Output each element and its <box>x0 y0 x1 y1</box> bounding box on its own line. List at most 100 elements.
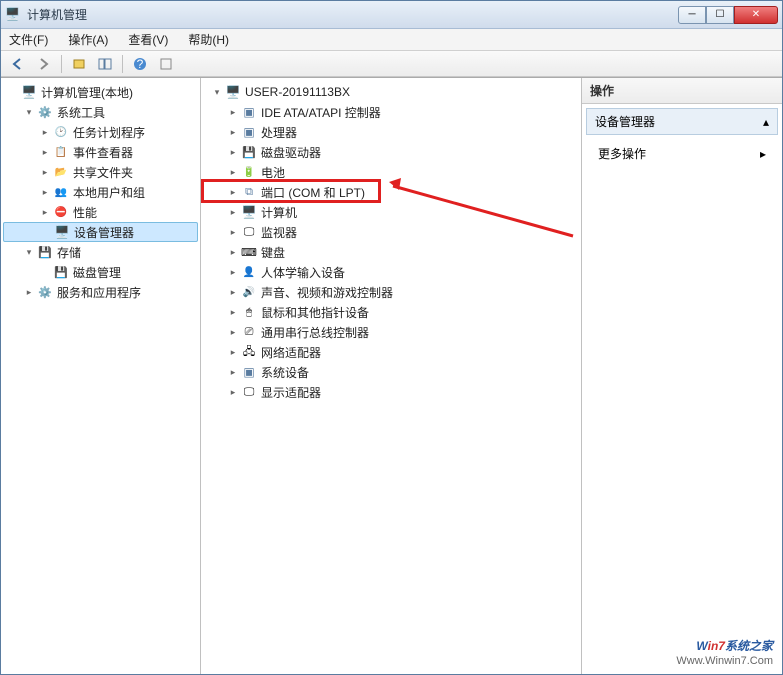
tree-row[interactable]: ▾ 系统工具 <box>3 102 198 122</box>
tree-row[interactable]: ▸鼠标和其他指针设备 <box>203 302 579 322</box>
tree-row[interactable]: ▸ 电池 <box>203 162 579 182</box>
tree-row[interactable]: ▸人体学输入设备 <box>203 262 579 282</box>
tree-label: 端口 (COM 和 LPT) <box>261 184 365 201</box>
tree-row[interactable]: ▸ 处理器 <box>203 122 579 142</box>
expander-none <box>39 266 51 278</box>
tree-row[interactable]: ▸ 本地用户和组 <box>3 182 198 202</box>
maximize-button[interactable]: ☐ <box>706 6 734 24</box>
tree-row[interactable]: ▸ 端口 (COM 和 LPT) <box>203 182 579 202</box>
tree-label: 系统设备 <box>261 364 309 381</box>
expander-closed-icon[interactable]: ▸ <box>227 206 239 218</box>
expander-closed-icon[interactable]: ▸ <box>227 186 239 198</box>
tree-row[interactable]: ▸ 服务和应用程序 <box>3 282 198 302</box>
expander-closed-icon[interactable]: ▸ <box>227 246 239 258</box>
tree-label: 存储 <box>57 244 81 261</box>
expander-closed-icon[interactable]: ▸ <box>23 286 35 298</box>
expander-closed-icon[interactable]: ▸ <box>227 326 239 338</box>
gear-icon <box>37 104 53 120</box>
tree-row[interactable]: ▸计算机 <box>203 202 579 222</box>
tree-label: 显示适配器 <box>261 384 321 401</box>
menu-help[interactable]: 帮助(H) <box>184 29 233 50</box>
tree-label: 本地用户和组 <box>73 184 145 201</box>
tree-row[interactable]: ▸IDE ATA/ATAPI 控制器 <box>203 102 579 122</box>
tree-label: 处理器 <box>261 124 297 141</box>
tree-row[interactable]: ▸网络适配器 <box>203 342 579 362</box>
tree-label: 设备管理器 <box>74 224 134 241</box>
disk-icon <box>53 264 69 280</box>
tree-label: 事件查看器 <box>73 144 133 161</box>
users-icon <box>53 184 69 200</box>
tree-row[interactable]: ▸通用串行总线控制器 <box>203 322 579 342</box>
tree-row[interactable]: ▸共享文件夹 <box>3 162 198 182</box>
expander-closed-icon[interactable]: ▸ <box>39 186 51 198</box>
expander-closed-icon[interactable]: ▸ <box>227 286 239 298</box>
battery-icon <box>241 164 257 180</box>
expander-closed-icon[interactable]: ▸ <box>39 206 51 218</box>
tree-row[interactable]: ▸ 事件查看器 <box>3 142 198 162</box>
sound-icon <box>241 284 257 300</box>
tree-row[interactable]: ▾USER-20191113BX <box>203 82 579 102</box>
titlebar[interactable]: 计算机管理 ─ ☐ ✕ <box>1 1 782 29</box>
expander-open-icon[interactable]: ▾ <box>23 106 35 118</box>
expander-closed-icon[interactable]: ▸ <box>227 386 239 398</box>
tree-label: 键盘 <box>261 244 285 261</box>
forward-button[interactable] <box>33 53 55 75</box>
tree-row[interactable]: ▸ 键盘 <box>203 242 579 262</box>
watermark-brand: Win7系统之家 <box>676 637 773 655</box>
minimize-button[interactable]: ─ <box>678 6 706 24</box>
expander-closed-icon[interactable]: ▸ <box>39 166 51 178</box>
actions-subheader[interactable]: 设备管理器 ▴ <box>586 108 778 135</box>
tree-label: 监视器 <box>261 224 297 241</box>
menu-view[interactable]: 查看(V) <box>124 29 172 50</box>
tree-row[interactable]: 设备管理器 <box>3 222 198 242</box>
expander-closed-icon[interactable]: ▸ <box>227 146 239 158</box>
tree-row[interactable]: ▸ 系统设备 <box>203 362 579 382</box>
tree-label: 服务和应用程序 <box>57 284 141 301</box>
expander-closed-icon[interactable]: ▸ <box>227 226 239 238</box>
tree-row[interactable]: ▸ 任务计划程序 <box>3 122 198 142</box>
up-button[interactable] <box>68 53 90 75</box>
expander-closed-icon[interactable]: ▸ <box>227 266 239 278</box>
expander-closed-icon[interactable]: ▸ <box>227 126 239 138</box>
expander-closed-icon[interactable]: ▸ <box>227 366 239 378</box>
expander-open-icon[interactable]: ▾ <box>211 86 223 98</box>
tree-row[interactable]: 计算机管理(本地) <box>3 82 198 102</box>
expander-open-icon[interactable]: ▾ <box>23 246 35 258</box>
tree-label: 系统工具 <box>57 104 105 121</box>
event-icon <box>53 144 69 160</box>
actions-more[interactable]: 更多操作 ▸ <box>582 139 782 168</box>
tree-label: 计算机管理(本地) <box>41 84 133 101</box>
mmc-button[interactable] <box>155 53 177 75</box>
expander-closed-icon[interactable]: ▸ <box>227 346 239 358</box>
monitor-icon <box>225 84 241 100</box>
back-button[interactable] <box>7 53 29 75</box>
tree-row[interactable]: ▸磁盘驱动器 <box>203 142 579 162</box>
expander-closed-icon[interactable]: ▸ <box>227 166 239 178</box>
tree-row[interactable]: ▸ 监视器 <box>203 222 579 242</box>
keyboard-icon <box>241 244 257 260</box>
expander-closed-icon[interactable]: ▸ <box>227 306 239 318</box>
management-tree: 计算机管理(本地)▾系统工具▸任务计划程序▸事件查看器▸共享文件夹▸本地用户和组… <box>3 82 198 302</box>
tree-row[interactable]: ▸声音、视频和游戏控制器 <box>203 282 579 302</box>
window-buttons: ─ ☐ ✕ <box>678 6 778 24</box>
device-tree-pane[interactable]: ▾USER-20191113BX▸IDE ATA/ATAPI 控制器▸处理器▸磁… <box>201 78 582 674</box>
menu-action[interactable]: 操作(A) <box>64 29 112 50</box>
window-title: 计算机管理 <box>27 6 678 23</box>
help-button[interactable]: ? <box>129 53 151 75</box>
tree-label: 电池 <box>261 164 285 181</box>
expander-closed-icon[interactable]: ▸ <box>39 146 51 158</box>
svg-text:?: ? <box>137 57 144 71</box>
tree-label: 任务计划程序 <box>73 124 145 141</box>
show-hide-tree-button[interactable] <box>94 53 116 75</box>
expander-closed-icon[interactable]: ▸ <box>39 126 51 138</box>
tree-row[interactable]: ▸性能 <box>3 202 198 222</box>
expander-closed-icon[interactable]: ▸ <box>227 106 239 118</box>
actions-more-label: 更多操作 <box>598 145 646 162</box>
menu-file[interactable]: 文件(F) <box>5 29 52 50</box>
tree-row[interactable]: 磁盘管理 <box>3 262 198 282</box>
close-button[interactable]: ✕ <box>734 6 778 24</box>
tree-row[interactable]: ▸ 显示适配器 <box>203 382 579 402</box>
left-tree-pane[interactable]: 计算机管理(本地)▾系统工具▸任务计划程序▸事件查看器▸共享文件夹▸本地用户和组… <box>1 78 201 674</box>
expander-none <box>7 86 19 98</box>
tree-row[interactable]: ▾ 存储 <box>3 242 198 262</box>
